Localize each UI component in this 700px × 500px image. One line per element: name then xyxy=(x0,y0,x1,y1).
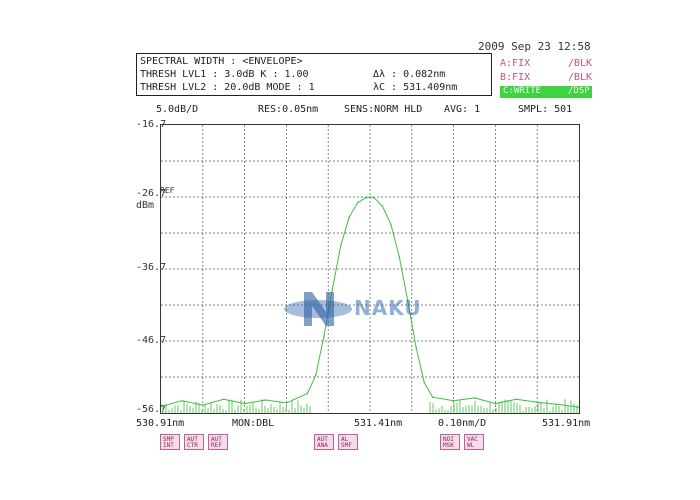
span-per-div-label: 0.10nm/D xyxy=(438,418,487,429)
softkey-aut-ana[interactable]: AUT ANA xyxy=(314,434,334,450)
spectrum-data-point xyxy=(431,396,434,398)
spectrum-data-point xyxy=(181,399,183,402)
softkey-text: REF xyxy=(211,442,222,449)
spectrum-data-point xyxy=(536,401,538,404)
spectral-width-label: SPECTRAL WIDTH : <ENVELOPE> xyxy=(140,56,303,67)
spectrum-data-point xyxy=(356,201,359,204)
spectrum-data-point xyxy=(373,196,375,199)
spectrum-data-point xyxy=(473,397,476,399)
spectrum-data-point xyxy=(452,399,455,402)
spectrum-data-point xyxy=(314,374,317,377)
softkey-text: INT xyxy=(163,442,174,449)
trace-c-display: /DSP xyxy=(568,86,590,96)
y-unit-label: dBm xyxy=(136,200,155,211)
x-center-label: 531.41nm xyxy=(354,418,403,429)
spectrum-data-point xyxy=(369,196,371,198)
softkey-al-smf[interactable]: AL SMF xyxy=(338,434,358,450)
spectrum-data-point xyxy=(494,402,497,405)
spectrum-data-point xyxy=(415,345,417,348)
spectrum-data-point xyxy=(306,392,309,395)
spectrum-data-point xyxy=(222,398,225,401)
trace-b-display: /BLK xyxy=(568,72,593,83)
center-wavelength-value: λC : 531.409nm xyxy=(373,82,458,93)
thresh-lvl1-label: THRESH LVL1 : 3.0dB K : 1.00 xyxy=(140,69,309,80)
spectrum-data-point xyxy=(557,403,559,406)
spectrum-data-point xyxy=(423,381,426,384)
average-label: AVG: 1 xyxy=(444,104,481,115)
spectrum-chart-svg xyxy=(160,125,580,413)
x-stop-label: 531.91nm xyxy=(542,418,591,429)
softkey-text: MSK xyxy=(443,442,454,449)
spectrum-data-point xyxy=(285,402,288,404)
softkey-smp-int[interactable]: SMP INT xyxy=(160,434,180,450)
trace-b-mode: B:FIX xyxy=(500,72,531,83)
measurement-info-panel: SPECTRAL WIDTH : <ENVELOPE> THRESH LVL1 … xyxy=(136,53,492,96)
softkey-aut-ref[interactable]: AUT REF xyxy=(208,434,228,450)
spectrum-data-point xyxy=(323,335,325,337)
datetime-label: 2009 Sep 23 12:58 xyxy=(478,40,591,53)
spectrum-data-point xyxy=(339,245,342,247)
softkey-text: WL xyxy=(467,442,475,449)
softkey-text: ANA xyxy=(317,442,328,449)
spectrum-data-point xyxy=(202,404,204,406)
thresh-lvl2-label: THRESH LVL2 : 20.0dB MODE : 1 xyxy=(140,82,315,93)
spectrum-plot[interactable] xyxy=(160,124,580,414)
spectrum-data-point xyxy=(390,223,392,226)
spectrum-data-point xyxy=(365,196,367,199)
trace-a-mode: A:FIX xyxy=(500,58,531,69)
resolution-label: RES:0.05nm xyxy=(258,104,319,115)
delta-lambda-value: Δλ : 0.082nm xyxy=(373,69,446,80)
trace-c-mode: C:WRITE xyxy=(503,86,541,96)
spectrum-data-point xyxy=(381,205,384,208)
plot-grid xyxy=(161,125,579,413)
sensitivity-label: SENS:NORM HLD xyxy=(344,104,423,115)
softkey-noi-msk[interactable]: NOI MSK xyxy=(440,434,460,450)
spectrum-data-point xyxy=(243,402,246,405)
spectrum-data-point xyxy=(264,399,267,401)
monitor-label: MON:DBL xyxy=(232,418,275,429)
softkey-vac-wl[interactable]: VAC WL xyxy=(464,434,484,450)
softkey-text: SMF xyxy=(341,442,352,449)
x-start-label: 530.91nm xyxy=(136,418,185,429)
softkey-text: CTR xyxy=(187,442,198,449)
spectrum-data-point xyxy=(515,398,518,401)
softkey-aut-ctr[interactable]: AUT CTR xyxy=(184,434,204,450)
spectrum-data-point xyxy=(348,216,350,218)
trace-c-status[interactable]: C:WRITE /DSP xyxy=(500,86,592,98)
sampling-label: SMPL: 501 xyxy=(518,104,573,115)
trace-a-display: /BLK xyxy=(568,58,593,69)
scale-label: 5.0dB/D xyxy=(156,104,199,115)
watermark-text: NAKU xyxy=(354,296,422,320)
spectrum-data-point xyxy=(398,255,401,258)
